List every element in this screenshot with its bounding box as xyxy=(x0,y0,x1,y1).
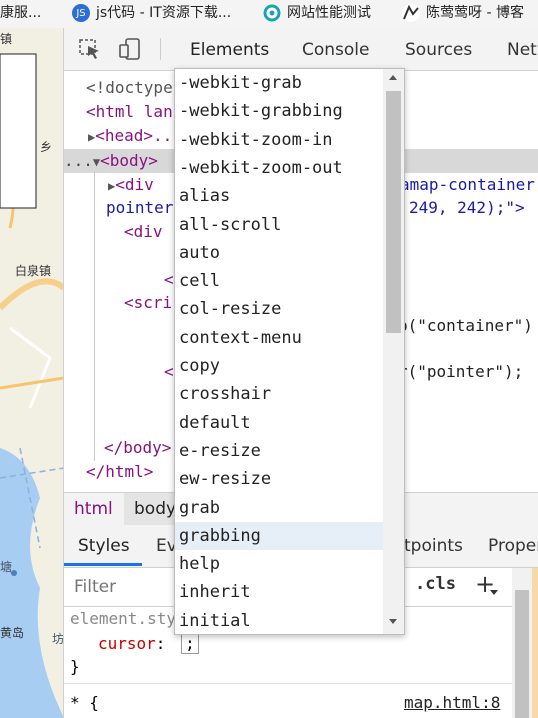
autocomplete-option[interactable]: initial xyxy=(175,607,387,634)
autocomplete-option[interactable]: default xyxy=(175,409,387,437)
bookmark-label: js代码 - IT资源下载... xyxy=(96,4,232,21)
tab-styles[interactable]: Styles xyxy=(78,525,130,565)
autocomplete-option[interactable]: -webkit-grab xyxy=(175,69,387,97)
map-place-label: 镇 xyxy=(0,32,13,46)
style-declaration[interactable]: cursor: ; xyxy=(98,633,199,654)
universal-selector: * { xyxy=(70,693,99,712)
tab-network[interactable]: Netw xyxy=(507,28,538,70)
inspect-element-icon[interactable] xyxy=(78,38,102,60)
css-semicolon: ; xyxy=(185,634,195,653)
autocomplete-option[interactable]: -webkit-zoom-in xyxy=(175,126,387,154)
dom-div-node[interactable]: <div xyxy=(124,221,163,243)
autocomplete-option[interactable]: alias xyxy=(175,182,387,210)
dom-script-text: r("pointer"); xyxy=(398,362,524,381)
css-value-input[interactable]: ; xyxy=(181,633,199,654)
styles-scrollbar[interactable] xyxy=(512,568,538,718)
dom-body-label: <body> xyxy=(100,151,158,170)
dom-head-label: <head>... xyxy=(95,126,182,145)
dom-attr-value: pointer xyxy=(106,198,174,217)
tab-properties[interactable]: Proper xyxy=(488,525,538,565)
autocomplete-option[interactable]: inherit xyxy=(175,578,387,606)
dom-div-node[interactable]: ▶<div xyxy=(108,174,154,196)
dom-doctype[interactable]: <!doctype xyxy=(86,77,173,99)
tree-guide-line xyxy=(94,171,95,461)
dom-script-text: p("container") xyxy=(398,316,533,335)
scrollbar-thumb[interactable] xyxy=(515,590,529,718)
autocomplete-option[interactable]: ew-resize xyxy=(175,465,387,493)
filter-input[interactable] xyxy=(72,574,176,600)
autocomplete-option[interactable]: grabbing xyxy=(175,521,387,550)
map-place-label: 塘 xyxy=(0,560,13,574)
device-toolbar-icon[interactable] xyxy=(118,38,142,60)
tab-console[interactable]: Console xyxy=(302,28,370,70)
autocomplete-option[interactable]: crosshair xyxy=(175,380,387,408)
cls-button[interactable]: .cls xyxy=(415,574,456,594)
panel-edge xyxy=(532,568,538,718)
dom-html-open[interactable]: <html lan xyxy=(86,101,173,123)
devtools-toolbar: Elements Console Sources Netw xyxy=(64,28,538,71)
autocomplete-option[interactable]: e-resize xyxy=(175,437,387,465)
autocomplete-option[interactable]: help xyxy=(175,550,387,578)
scroll-up-icon[interactable] xyxy=(389,75,397,80)
map-place-label: 乡 xyxy=(40,140,53,154)
dom-body-node[interactable]: ...▼<body> xyxy=(64,150,158,172)
map-place-label: 黄岛 xyxy=(0,626,25,640)
autocomplete-option[interactable]: -webkit-grabbing xyxy=(175,97,387,125)
map-place-label: 白泉镇 xyxy=(15,264,52,278)
autocomplete-option[interactable]: col-resize xyxy=(175,295,387,323)
bookmarks-bar: 康服... JS js代码 - IT资源下载... 网站性能测试 陈莺莺呀 - … xyxy=(0,0,538,29)
chevron-down-icon[interactable] xyxy=(490,590,498,595)
bookmark-item[interactable]: 网站性能测试 xyxy=(263,0,371,26)
map-view[interactable]: 镇 白泉镇 乡 塘 黄岛 坊 xyxy=(0,28,64,718)
autocomplete-option[interactable]: grab xyxy=(175,494,387,522)
bookmark-item[interactable]: 康服... xyxy=(0,0,41,26)
scrollbar-thumb[interactable] xyxy=(386,91,401,333)
map-graphic xyxy=(0,28,64,718)
element-style-selector: element.sty xyxy=(70,609,176,628)
autocomplete-option[interactable]: all-scroll xyxy=(175,211,387,239)
webperf-favicon-icon xyxy=(263,4,281,22)
dom-div-label: <div xyxy=(115,175,154,194)
ellipsis-menu-icon[interactable]: ... xyxy=(64,151,93,170)
dom-attr-value: 249, 242);"> xyxy=(409,198,525,217)
autocomplete-option[interactable]: -webkit-zoom-out xyxy=(175,154,387,182)
tab-sources[interactable]: Sources xyxy=(405,28,472,70)
js-favicon-text: JS xyxy=(76,7,86,19)
scroll-down-icon[interactable] xyxy=(389,619,397,624)
rule-divider xyxy=(64,683,512,684)
dom-body-close[interactable]: </body> xyxy=(104,437,171,459)
dom-html-close[interactable]: </html> xyxy=(86,461,153,483)
tab-breakpoints[interactable]: tpoints xyxy=(404,525,463,565)
dom-node[interactable]: < xyxy=(164,361,174,383)
dom-script-node[interactable]: <scri xyxy=(124,292,172,314)
active-tab-indicator xyxy=(64,563,142,566)
dom-attr-value: amap-container xyxy=(400,175,535,194)
autocomplete-option[interactable]: copy xyxy=(175,352,387,380)
source-link[interactable]: map.html:8 xyxy=(404,693,500,712)
bookmark-item[interactable]: 陈莺莺呀 - 博客 xyxy=(402,0,524,26)
dom-head-node[interactable]: ▶<head>... xyxy=(88,125,182,147)
bookmark-label: 康服... xyxy=(0,4,42,21)
autocomplete-option[interactable]: auto xyxy=(175,239,387,267)
autocomplete-option[interactable]: context-menu xyxy=(175,324,387,352)
js-favicon-icon: JS xyxy=(72,4,90,22)
bookmark-label: 陈莺莺呀 - 博客 xyxy=(426,4,524,21)
breadcrumb-html[interactable]: html xyxy=(64,493,123,525)
dropdown-scrollbar[interactable] xyxy=(383,69,404,634)
autocomplete-option[interactable]: cell xyxy=(175,267,387,295)
css-colon: : xyxy=(155,634,166,653)
bookmark-label: 网站性能测试 xyxy=(287,4,371,21)
css-property-name[interactable]: cursor xyxy=(98,634,156,653)
cursor-autocomplete-list[interactable]: -webkit-grab -webkit-grabbing -webkit-zoom… xyxy=(174,68,405,635)
rule-close-brace: } xyxy=(70,657,80,676)
toolbar-divider xyxy=(160,38,161,60)
tab-elements[interactable]: Elements xyxy=(190,28,269,70)
dom-node[interactable]: < xyxy=(164,269,174,291)
bookmark-item[interactable]: JS js代码 - IT资源下载... xyxy=(72,0,231,26)
blog-favicon-icon xyxy=(402,4,420,22)
